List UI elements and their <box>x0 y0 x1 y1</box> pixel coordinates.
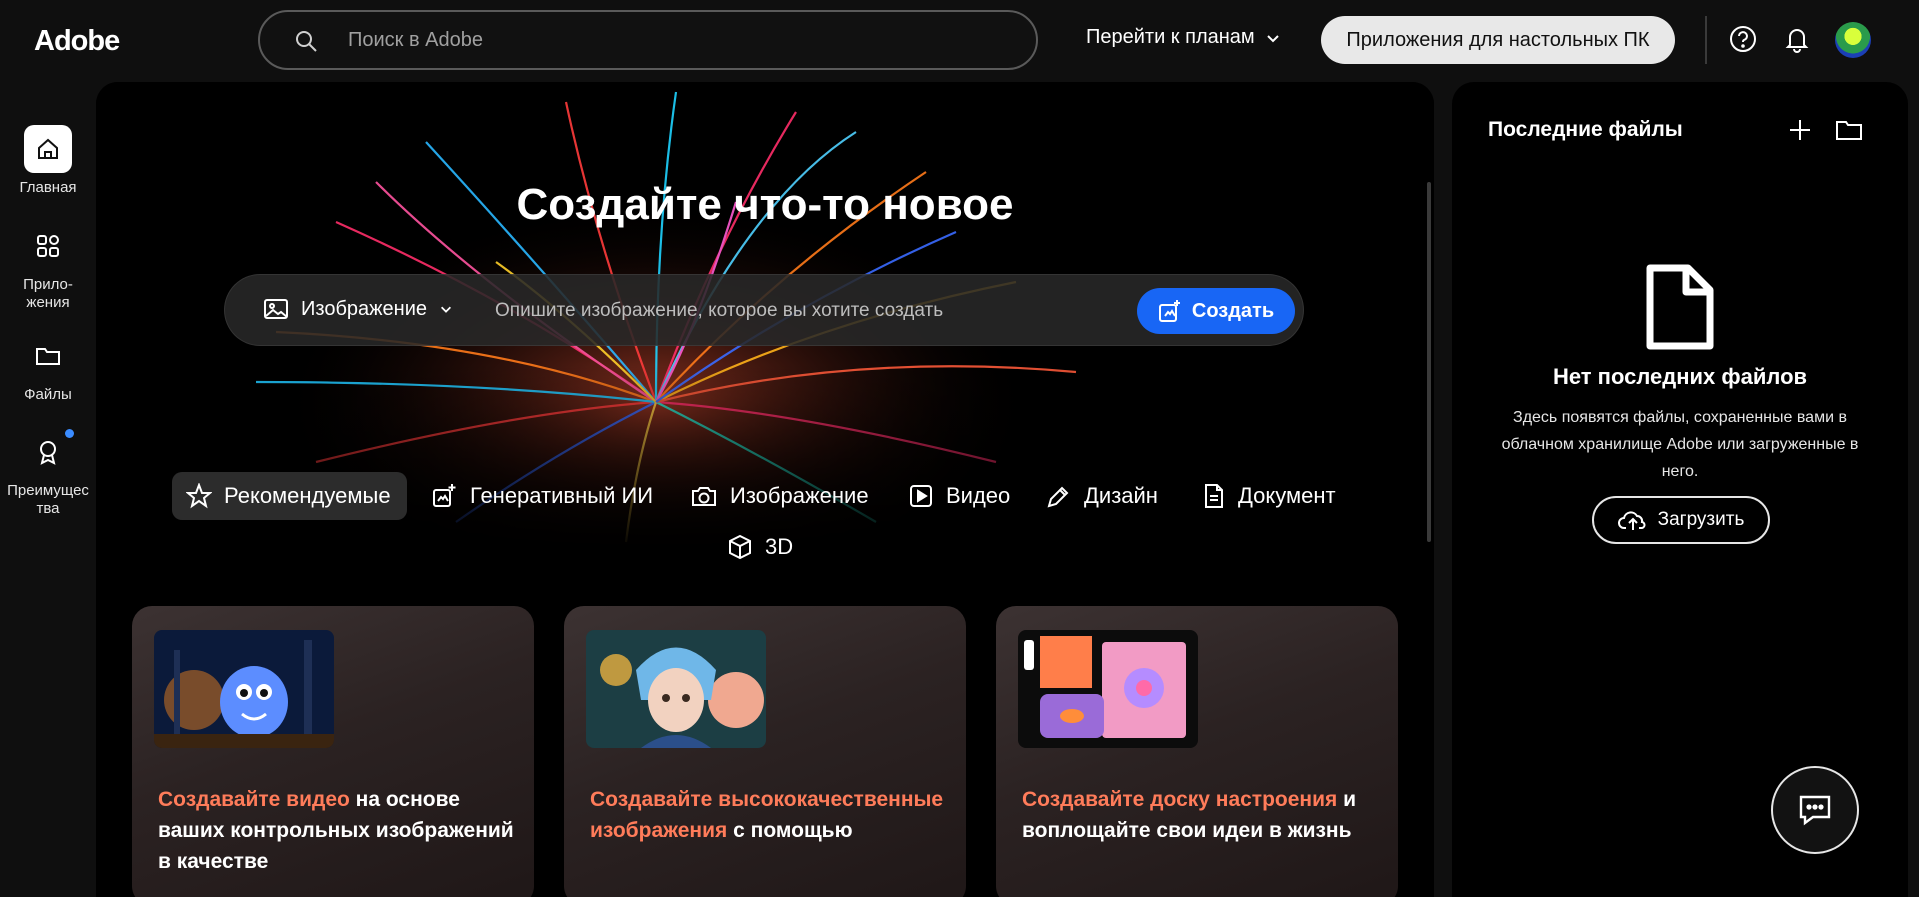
tab-3d[interactable]: 3D <box>713 523 809 571</box>
desktop-apps-button[interactable]: Приложения для настольных ПК <box>1321 16 1675 64</box>
hero-title: Создайте что-то новое <box>516 180 1014 229</box>
chevron-down-icon <box>441 306 451 313</box>
search-input[interactable] <box>348 24 988 56</box>
card-highlight: Создавайте видео <box>158 788 350 811</box>
cloud-upload-icon <box>1617 511 1646 530</box>
type-label: Изображение <box>301 297 427 320</box>
create-button[interactable]: Создать <box>1137 288 1295 334</box>
tab-label: Рекомендуемые <box>224 483 391 508</box>
tab-generative-ai[interactable]: Генеративный ИИ <box>418 472 669 520</box>
create-label: Создать <box>1191 299 1275 322</box>
help-icon[interactable] <box>1728 24 1758 54</box>
bell-icon[interactable] <box>1782 24 1812 54</box>
main-panel: Создайте что-то новое Изображение Создат… <box>96 82 1434 897</box>
type-dropdown[interactable]: Изображение <box>263 297 453 321</box>
header-divider <box>1705 16 1707 64</box>
scrollbar[interactable] <box>1427 182 1431 542</box>
tab-label: Документ <box>1238 483 1336 508</box>
top-bar: Adobe Перейти к планам Приложения для на… <box>0 0 1919 80</box>
feature-card-image[interactable]: Создавайте высококачественные изображени… <box>564 606 966 897</box>
empty-state-title: Нет последних файлов <box>1552 364 1808 389</box>
sidebar-item-label: Преимущес тва <box>7 482 89 517</box>
upload-label: Загрузить <box>1657 509 1745 530</box>
tab-label: Изображение <box>730 483 869 508</box>
card-highlight: Создавайте доску настроения <box>1022 788 1338 811</box>
document-icon <box>1205 484 1223 508</box>
tab-label: Видео <box>946 483 1011 508</box>
plans-label: Перейти к планам <box>1086 26 1255 48</box>
play-icon <box>910 485 932 507</box>
star-icon <box>186 483 212 509</box>
cube-icon <box>729 534 751 560</box>
chat-button[interactable] <box>1771 766 1859 854</box>
tab-recommended[interactable]: Рекомендуемые <box>172 472 407 520</box>
card-image-monster <box>154 630 334 748</box>
tab-design[interactable]: Дизайн <box>1032 472 1174 520</box>
pen-icon <box>1047 486 1069 508</box>
tab-label: Генеративный ИИ <box>470 483 654 508</box>
search-icon <box>296 31 317 52</box>
folder-icon[interactable] <box>1834 116 1864 144</box>
card-image-moodboard <box>1018 630 1198 748</box>
card-text: Создавайте высококачественные изображени… <box>590 784 950 846</box>
tab-document[interactable]: Документ <box>1188 472 1352 520</box>
plans-dropdown[interactable]: Перейти к планам <box>1086 26 1281 49</box>
apps-icon <box>24 222 72 270</box>
folder-icon <box>24 332 72 380</box>
image-icon <box>264 299 288 319</box>
generate-prompt-bar: Изображение Создать <box>224 274 1304 346</box>
camera-icon <box>692 487 716 506</box>
card-image-portrait <box>586 630 766 748</box>
sidebar-item-files[interactable]: Файлы <box>0 332 96 404</box>
adobe-logo[interactable]: Adobe <box>34 25 120 58</box>
plus-icon[interactable] <box>1786 116 1814 144</box>
tab-video[interactable]: Видео <box>894 472 1026 520</box>
sparkle-image-icon <box>1158 300 1180 322</box>
sidebar-item-label: Главная <box>19 179 77 196</box>
tab-label: Дизайн <box>1084 483 1158 508</box>
document-icon <box>1646 264 1714 350</box>
empty-state-description: Здесь появятся файлы, сохраненные вами в… <box>1501 409 1859 480</box>
recent-files-title: Последние файлы <box>1488 118 1683 141</box>
chat-icon <box>1799 795 1831 826</box>
home-icon <box>24 125 72 173</box>
sidebar-item-label: Прило- жения <box>23 276 73 311</box>
tab-label: 3D <box>765 534 794 559</box>
card-text: Создавайте видео на основе ваших контрол… <box>158 784 518 877</box>
sidebar-item-apps[interactable]: Прило- жения <box>0 222 96 312</box>
feature-card-moodboard[interactable]: Создавайте доску настроения и воплощайте… <box>996 606 1398 897</box>
avatar[interactable] <box>1835 22 1871 58</box>
card-text: Создавайте доску настроения и воплощайте… <box>1022 784 1382 846</box>
card-rest: с помощью <box>727 819 853 842</box>
feature-card-video[interactable]: Создавайте видео на основе ваших контрол… <box>132 606 534 897</box>
sidebar-item-label: Файлы <box>24 386 72 403</box>
chevron-down-icon <box>1266 34 1279 42</box>
left-rail: Главная Прило- жения Файлы Преимущес тва <box>0 80 96 897</box>
sparkle-icon <box>433 484 456 507</box>
sidebar-item-benefits[interactable]: Преимущес тва <box>0 428 96 518</box>
notification-dot <box>65 429 74 438</box>
prompt-input[interactable] <box>495 295 1115 327</box>
sidebar-item-home[interactable]: Главная <box>0 125 96 197</box>
tab-image[interactable]: Изображение <box>676 472 885 520</box>
upload-button[interactable]: Загрузить <box>1592 496 1770 544</box>
search-box[interactable] <box>258 10 1038 70</box>
